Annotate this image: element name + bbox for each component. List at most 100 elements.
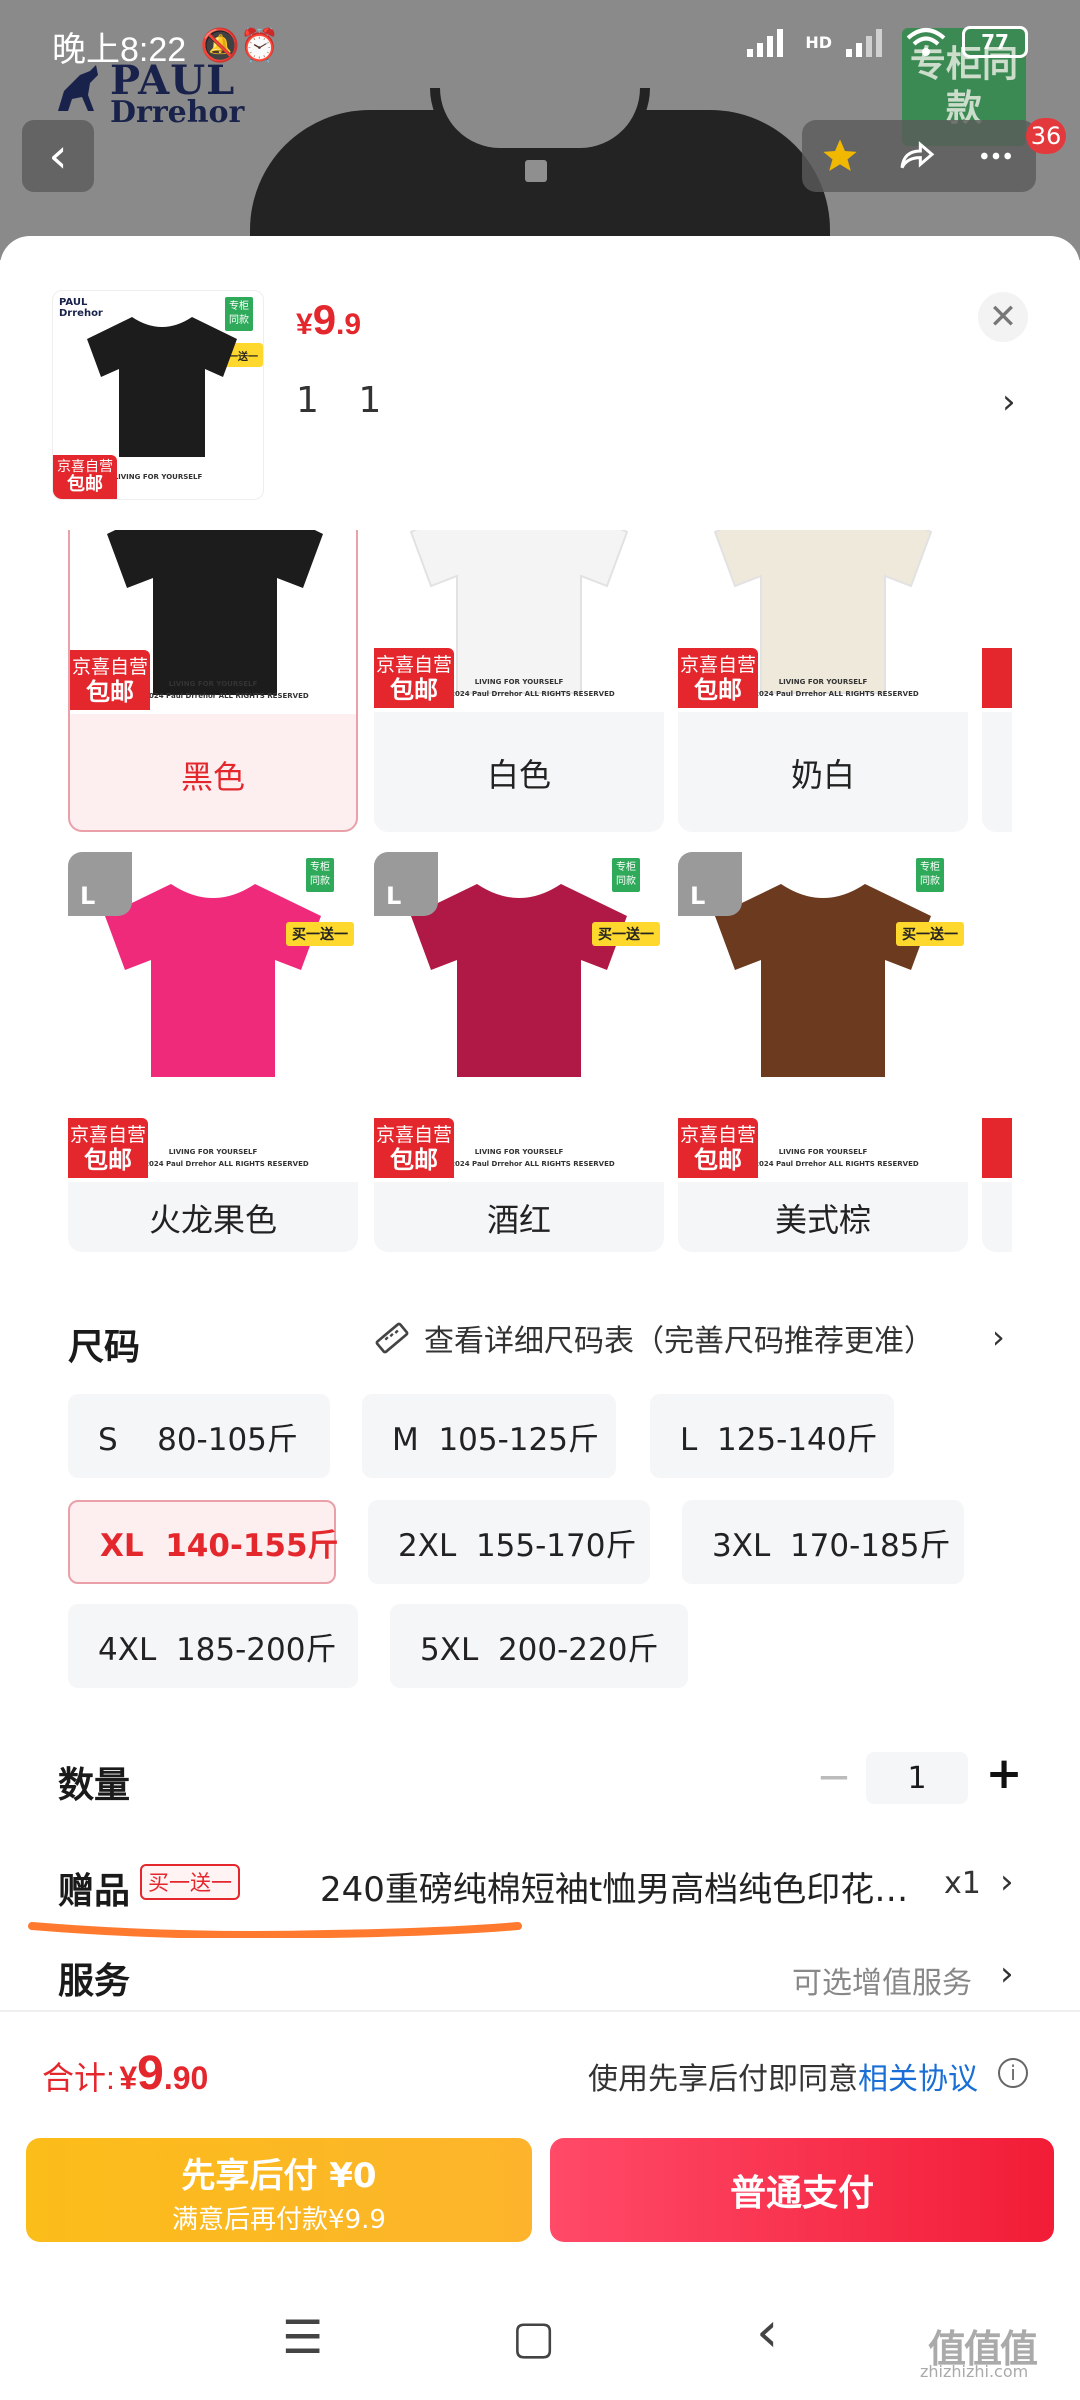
size-option[interactable]: M 105-125斤 bbox=[362, 1394, 616, 1478]
color-option-card[interactable]: LIVING FOR YOURSELF RIGHT 2024 Paul Drreh… bbox=[678, 852, 968, 1252]
signal-icon-2 bbox=[846, 29, 882, 57]
size-option[interactable]: 3XL 170-185斤 bbox=[682, 1500, 964, 1584]
jd-tag-line1: 京喜自营 bbox=[679, 654, 756, 676]
buy-one-get-one-badge: 买一送一 bbox=[592, 922, 660, 946]
quantity-input[interactable]: 1 bbox=[866, 1752, 968, 1804]
total-decimal: .90 bbox=[163, 2060, 209, 2096]
home-icon[interactable]: ▢ bbox=[512, 2310, 555, 2364]
jd-tag-line1: 京喜自营 bbox=[375, 1124, 452, 1146]
quantity-minus-button[interactable]: − bbox=[814, 1752, 854, 1801]
color-option-card-partial[interactable] bbox=[982, 530, 1012, 832]
jd-tag-line2: 包邮 bbox=[390, 676, 438, 704]
gift-description[interactable]: 240重磅纯棉短袖t恤男高档纯色印花… bbox=[320, 1862, 940, 1911]
agreement-link[interactable]: 相关协议 bbox=[858, 2062, 978, 2097]
selected-spec-text: 1 1 bbox=[296, 380, 396, 421]
chevron-right-icon[interactable]: › bbox=[1000, 1862, 1014, 1902]
price-symbol: ¥ bbox=[296, 308, 313, 341]
jd-free-shipping-tag: 京喜自营 包邮 bbox=[374, 1118, 454, 1178]
background-shirt-tag bbox=[525, 160, 547, 182]
color-option-card-partial[interactable] bbox=[982, 852, 1012, 1252]
jd-free-shipping-tag bbox=[982, 648, 1012, 708]
agreement-text: 使用先享后付即同意相关协议 bbox=[588, 2054, 978, 2098]
jd-free-shipping-tag: 京喜自营 包邮 bbox=[678, 1118, 758, 1178]
color-option-card[interactable]: LIVING FOR YOURSELF RIGHT 2024 Paul Drreh… bbox=[68, 852, 358, 1252]
color-options-grid: LIVING FOR YOURSELF RIGHT 2024 Paul Drreh… bbox=[0, 530, 1012, 1260]
total-price: 合计: ¥9.90 bbox=[42, 2046, 208, 2101]
chevron-right-icon[interactable]: › bbox=[1002, 382, 1016, 422]
size-corner-badge: L bbox=[68, 852, 132, 916]
service-value[interactable]: 可选增值服务 bbox=[792, 1958, 972, 2002]
thumb-jd-line2: 包邮 bbox=[67, 474, 103, 495]
color-option-label: 奶白 bbox=[790, 756, 855, 794]
color-option-image: LIVING FOR YOURSELF RIGHT 2024 Paul Drreh… bbox=[70, 530, 356, 714]
quantity-plus-button[interactable]: + bbox=[982, 1748, 1026, 1800]
gift-title: 赠品 bbox=[58, 1871, 131, 1912]
signal-icon bbox=[747, 29, 784, 57]
color-option-card[interactable]: LIVING FOR YOURSELF RIGHT 2024 Paul Drreh… bbox=[374, 852, 664, 1252]
jd-tag-line1: 京喜自营 bbox=[375, 654, 452, 676]
close-icon[interactable]: ✕ bbox=[978, 292, 1028, 342]
cart-count-badge: 36 bbox=[1026, 118, 1066, 154]
product-thumbnail[interactable]: PAUL Drrehor 专柜同款 买一送一 LIVING FOR YOURSE… bbox=[52, 290, 264, 500]
jd-free-shipping-tag: 京喜自营 包邮 bbox=[70, 650, 150, 710]
wifi-icon bbox=[906, 28, 946, 56]
color-option-image: LIVING FOR YOURSELF RIGHT 2024 Paul Drreh… bbox=[374, 530, 664, 712]
jd-tag-line2: 包邮 bbox=[86, 678, 134, 706]
color-option-image bbox=[982, 530, 1012, 712]
total-label: 合计: bbox=[42, 2060, 115, 2096]
price-decimal: .9 bbox=[336, 308, 362, 341]
pay-later-button[interactable]: 先享后付 ¥0 满意后再付款¥9.9 bbox=[26, 2138, 532, 2242]
color-option-label: 火龙果色 bbox=[148, 1201, 277, 1239]
size-chart-link[interactable]: 查看详细尺码表（完善尺码推荐更准） › bbox=[372, 1316, 1005, 1360]
favorite-star-icon[interactable] bbox=[820, 136, 860, 176]
battery-icon: 77 bbox=[962, 26, 1028, 58]
total-symbol: ¥ bbox=[119, 2060, 138, 2096]
color-option-label: 酒红 bbox=[486, 1201, 551, 1239]
color-option-image: LIVING FOR YOURSELF RIGHT 2024 Paul Drreh… bbox=[374, 852, 664, 1182]
color-option-image: LIVING FOR YOURSELF RIGHT 2024 Paul Drreh… bbox=[68, 852, 358, 1182]
thumb-jd-tag: 京喜自营 包邮 bbox=[53, 455, 117, 499]
size-option[interactable]: 5XL 200-220斤 bbox=[390, 1604, 688, 1688]
status-notification-icons: 🔕⏰ bbox=[200, 26, 280, 64]
color-option-card[interactable]: LIVING FOR YOURSELF RIGHT 2024 Paul Drreh… bbox=[374, 530, 664, 832]
brand-subname: Drrehor bbox=[110, 95, 245, 130]
product-actions-group bbox=[802, 120, 1036, 192]
footer-divider bbox=[0, 2010, 1080, 2012]
jd-free-shipping-tag bbox=[982, 1118, 1012, 1178]
color-option-label: 黑色 bbox=[180, 758, 245, 796]
menu-icon[interactable]: ☰ bbox=[282, 2310, 323, 2364]
status-bar: 晚上8:22 🔕⏰ HD 77 bbox=[0, 0, 1080, 90]
more-icon[interactable] bbox=[974, 136, 1018, 176]
size-section-title: 尺码 bbox=[68, 1327, 141, 1368]
jd-free-shipping-tag: 京喜自营 包邮 bbox=[374, 648, 454, 708]
normal-pay-button[interactable]: 普通支付 bbox=[550, 2138, 1054, 2242]
size-corner-badge: L bbox=[374, 852, 438, 916]
back-button[interactable]: ‹ bbox=[22, 120, 94, 192]
size-option[interactable]: 4XL 185-200斤 bbox=[68, 1604, 358, 1688]
thumb-jd-line1: 京喜自营 bbox=[57, 459, 113, 475]
info-icon[interactable]: i bbox=[998, 2058, 1028, 2088]
size-option[interactable]: S 80-105斤 bbox=[68, 1394, 330, 1478]
product-price: ¥9.9 bbox=[296, 296, 361, 344]
color-option-card[interactable]: LIVING FOR YOURSELF RIGHT 2024 Paul Drreh… bbox=[678, 530, 968, 832]
status-right-icons: HD 77 bbox=[747, 26, 1028, 58]
agreement-prefix: 使用先享后付即同意 bbox=[588, 2062, 858, 2097]
color-option-card[interactable]: LIVING FOR YOURSELF RIGHT 2024 Paul Drreh… bbox=[68, 530, 358, 832]
buy-one-get-one-badge: 买一送一 bbox=[286, 922, 354, 946]
share-icon[interactable] bbox=[895, 136, 939, 176]
jd-tag-line1: 京喜自营 bbox=[69, 1124, 146, 1146]
size-option[interactable]: 2XL 155-170斤 bbox=[368, 1500, 650, 1584]
jd-tag-line2: 包邮 bbox=[694, 1146, 742, 1174]
nav-back-icon[interactable]: ‹ bbox=[756, 2300, 778, 2365]
pay-later-label: 先享后付 ¥0 bbox=[181, 2156, 377, 2196]
jd-tag-line1: 京喜自营 bbox=[679, 1124, 756, 1146]
gift-buy-one-tag: 买一送一 bbox=[140, 1864, 240, 1900]
color-option-label: 美式棕 bbox=[774, 1201, 871, 1239]
color-option-image: LIVING FOR YOURSELF RIGHT 2024 Paul Drreh… bbox=[678, 852, 968, 1182]
size-option[interactable]: XL 140-155斤 bbox=[68, 1500, 339, 1584]
jd-tag-line2: 包邮 bbox=[694, 676, 742, 704]
size-option[interactable]: L 125-140斤 bbox=[650, 1394, 894, 1478]
color-option-image: LIVING FOR YOURSELF RIGHT 2024 Paul Drreh… bbox=[678, 530, 968, 712]
price-integer: 9 bbox=[312, 296, 337, 343]
chevron-right-icon[interactable]: › bbox=[1000, 1954, 1014, 1994]
